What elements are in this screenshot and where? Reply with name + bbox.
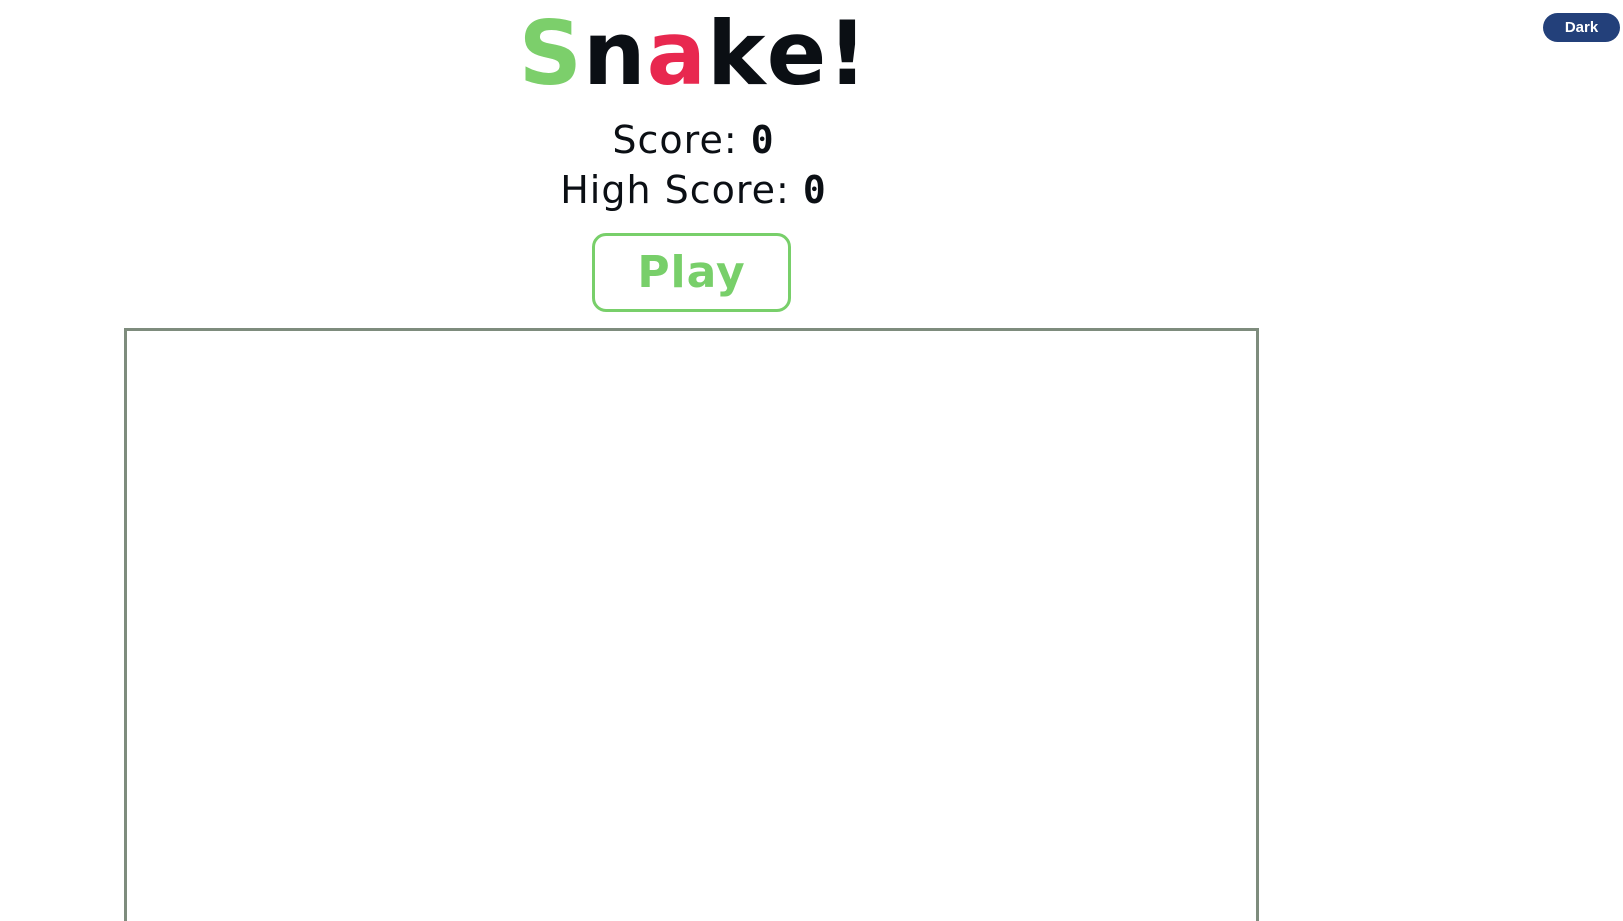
title-letter: k bbox=[707, 2, 767, 105]
score-value: 0 bbox=[750, 118, 775, 162]
score-label: Score: bbox=[612, 118, 751, 162]
game-board[interactable] bbox=[124, 328, 1259, 921]
title-letter: a bbox=[646, 2, 708, 105]
play-button[interactable]: Play bbox=[592, 233, 791, 312]
high-score-label: High Score: bbox=[560, 168, 803, 212]
game-page: Dark Snake! Score: 0 High Score: 0 Play bbox=[0, 0, 1623, 921]
high-score-display: High Score: 0 bbox=[0, 167, 1387, 213]
score-display: Score: 0 bbox=[0, 117, 1387, 163]
high-score-value: 0 bbox=[802, 168, 827, 212]
title-letter: ! bbox=[827, 2, 869, 105]
title-letter: S bbox=[518, 2, 583, 105]
game-title: Snake! bbox=[0, 6, 1387, 102]
title-letter: n bbox=[582, 2, 647, 105]
title-letter: e bbox=[766, 2, 828, 105]
theme-toggle-button[interactable]: Dark bbox=[1543, 13, 1620, 42]
